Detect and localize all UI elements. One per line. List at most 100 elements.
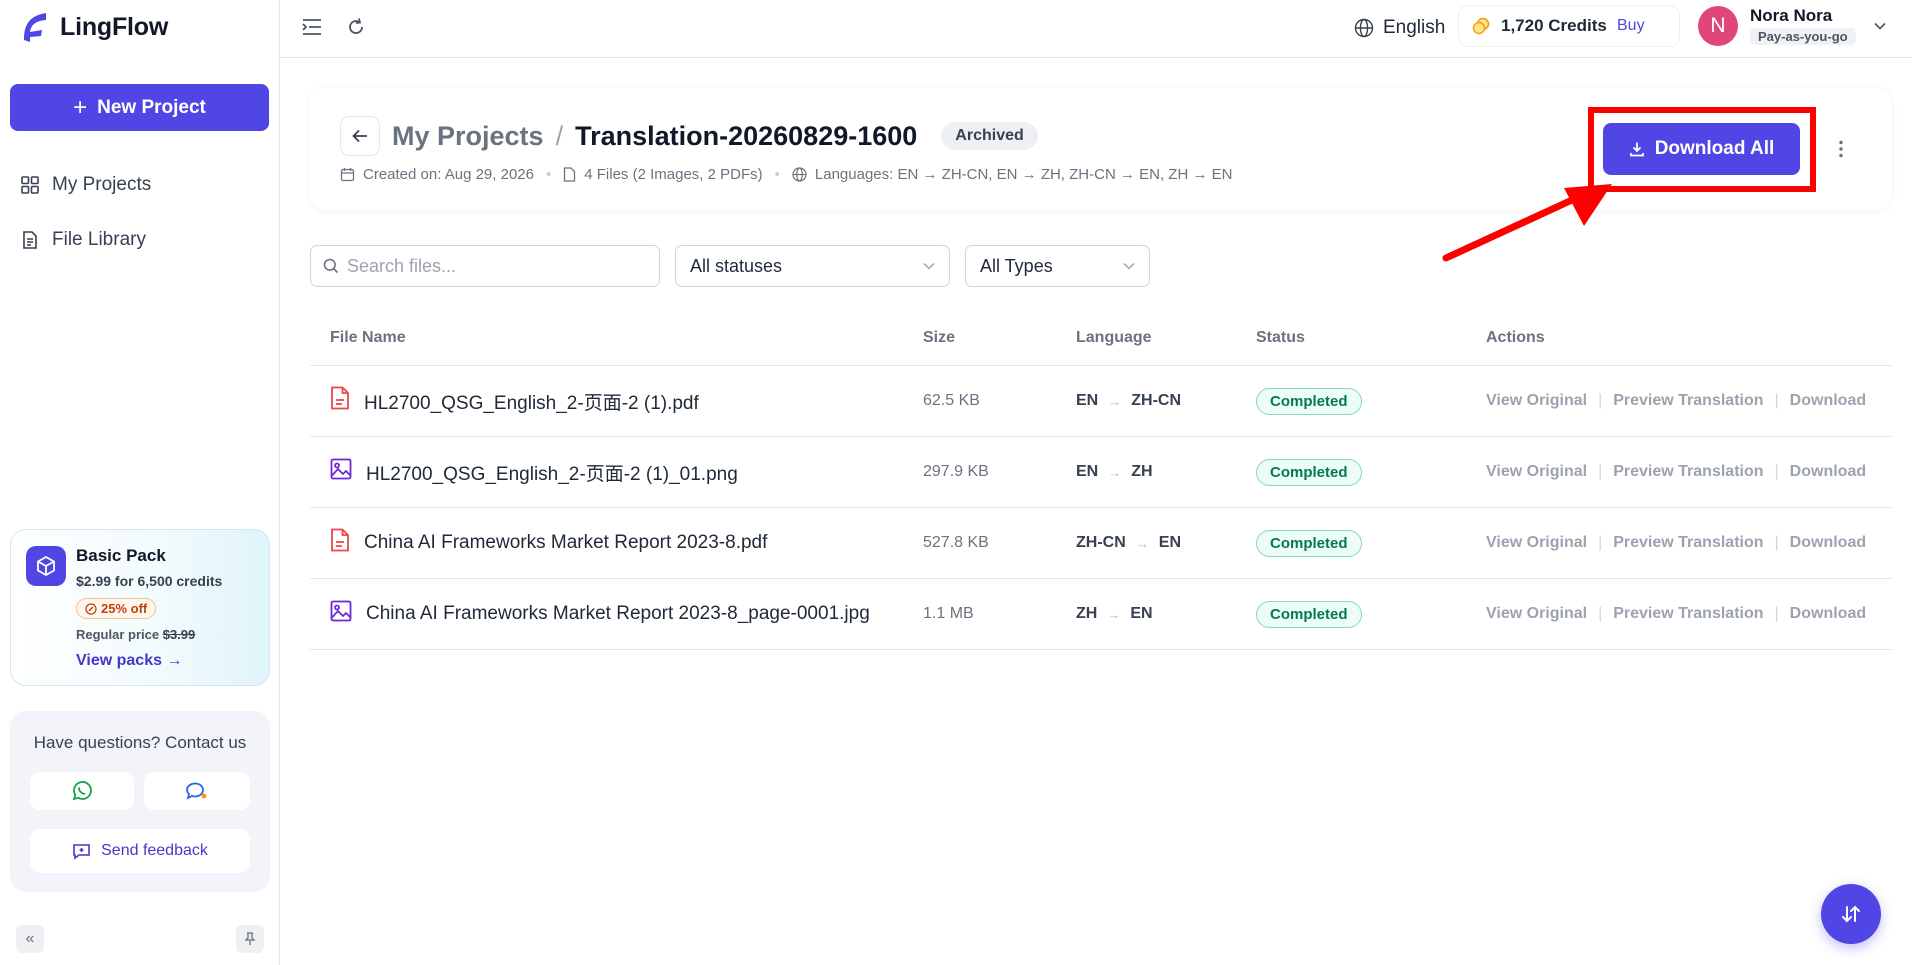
pin-sidebar-button[interactable] bbox=[236, 925, 264, 953]
view-packs-label: View packs bbox=[76, 652, 162, 669]
view-packs-link[interactable]: View packs → bbox=[76, 652, 182, 670]
download-link[interactable]: Download bbox=[1790, 392, 1866, 410]
source-language: ZH bbox=[1076, 605, 1098, 622]
type-filter-value: All Types bbox=[980, 255, 1053, 276]
language-pair: ZH → EN bbox=[1076, 579, 1153, 649]
table-row[interactable]: China AI Frameworks Market Report 2023-8… bbox=[310, 508, 1892, 579]
sidebar-item-my-projects[interactable]: My Projects bbox=[20, 167, 151, 203]
chevron-down-icon bbox=[923, 262, 935, 270]
status-filter-select[interactable]: All statuses bbox=[675, 245, 950, 287]
download-link[interactable]: Download bbox=[1790, 463, 1866, 481]
image-file-icon bbox=[330, 600, 352, 628]
discount-icon bbox=[85, 602, 97, 615]
more-options-button[interactable] bbox=[1830, 136, 1852, 162]
target-language: ZH-CN bbox=[1131, 392, 1181, 409]
sidebar-item-file-library[interactable]: File Library bbox=[20, 222, 146, 258]
user-menu[interactable]: N Nora Nora Pay-as-you-go bbox=[1698, 4, 1886, 48]
file-size: 527.8 KB bbox=[923, 534, 989, 551]
new-project-label: New Project bbox=[97, 96, 206, 118]
action-divider: | bbox=[1598, 605, 1603, 622]
sidebar-item-label: File Library bbox=[52, 229, 146, 250]
language-label: English bbox=[1383, 17, 1446, 38]
view-original-link[interactable]: View Original bbox=[1486, 392, 1587, 410]
send-feedback-button[interactable]: Send feedback bbox=[30, 829, 250, 873]
regular-price: Regular price $3.99 bbox=[76, 627, 195, 642]
brand-name: LingFlow bbox=[60, 12, 169, 41]
column-header-file-name[interactable]: File Name bbox=[330, 310, 406, 366]
preview-translation-link[interactable]: Preview Translation bbox=[1613, 534, 1763, 552]
user-name: Nora Nora bbox=[1750, 6, 1833, 25]
search-input[interactable] bbox=[347, 255, 647, 277]
status-badge: Completed bbox=[1256, 600, 1362, 628]
file-count: 4 Files (2 Images, 2 PDFs) bbox=[584, 166, 763, 183]
download-all-label: Download All bbox=[1654, 138, 1775, 159]
view-original-link[interactable]: View Original bbox=[1486, 463, 1587, 481]
column-header-actions: Actions bbox=[1486, 329, 1545, 346]
brand[interactable]: LingFlow bbox=[20, 10, 168, 44]
view-original-link[interactable]: View Original bbox=[1486, 605, 1587, 623]
row-actions: View Original | Preview Translation | Do… bbox=[1486, 508, 1866, 578]
scroll-toggle-button[interactable] bbox=[1821, 884, 1881, 944]
download-all-button[interactable]: Download All bbox=[1603, 123, 1800, 175]
file-name-cell: HL2700_QSG_English_2-页面-2 (1)_01.png bbox=[330, 437, 738, 507]
column-header-status[interactable]: Status bbox=[1256, 310, 1305, 366]
buy-credits-button[interactable]: Buy bbox=[1617, 17, 1645, 35]
new-project-button[interactable]: + New Project bbox=[10, 84, 269, 131]
file-name[interactable]: HL2700_QSG_English_2-页面-2 (1)_01.png bbox=[366, 459, 738, 486]
type-filter-select[interactable]: All Types bbox=[965, 245, 1150, 287]
refresh-button[interactable] bbox=[344, 15, 368, 39]
document-icon bbox=[23, 231, 37, 249]
discount-label: 25% off bbox=[101, 601, 148, 616]
regular-price-label: Regular price bbox=[76, 627, 160, 642]
action-divider: | bbox=[1598, 392, 1603, 409]
file-name[interactable]: China AI Frameworks Market Report 2023-8… bbox=[366, 603, 870, 625]
page-title: Translation-20260829-1600 bbox=[575, 120, 918, 151]
arrow-right-icon: → bbox=[166, 652, 183, 669]
chat-button[interactable] bbox=[144, 772, 250, 810]
send-feedback-label: Send feedback bbox=[101, 842, 208, 859]
credits-widget: 1,720 Credits Buy bbox=[1458, 5, 1680, 47]
back-button[interactable] bbox=[340, 116, 380, 156]
files-table: File Name Size Language Status Actions H… bbox=[310, 310, 1892, 650]
refresh-icon bbox=[349, 18, 363, 34]
view-original-link[interactable]: View Original bbox=[1486, 534, 1587, 552]
row-actions: View Original | Preview Translation | Do… bbox=[1486, 579, 1866, 649]
search-icon bbox=[323, 258, 339, 274]
menu-toggle-button[interactable] bbox=[300, 15, 324, 39]
table-row[interactable]: HL2700_QSG_English_2-页面-2 (1)_01.png 297… bbox=[310, 437, 1892, 508]
arrow-right-icon: → bbox=[1108, 393, 1122, 409]
row-actions: View Original | Preview Translation | Do… bbox=[1486, 437, 1866, 507]
lingflow-logo-icon bbox=[24, 13, 46, 42]
preview-translation-link[interactable]: Preview Translation bbox=[1613, 605, 1763, 623]
package-icon bbox=[26, 546, 66, 586]
download-link[interactable]: Download bbox=[1790, 605, 1866, 623]
preview-translation-link[interactable]: Preview Translation bbox=[1613, 392, 1763, 410]
credits-balance: 1,720 Credits bbox=[1501, 16, 1607, 35]
search-box[interactable] bbox=[310, 245, 660, 287]
feedback-icon bbox=[73, 843, 90, 860]
language-pair: EN → ZH-CN bbox=[1076, 366, 1181, 436]
column-header-size[interactable]: Size bbox=[923, 310, 955, 366]
collapse-sidebar-button[interactable]: « bbox=[16, 925, 44, 953]
user-plan-badge: Pay-as-you-go bbox=[1750, 28, 1856, 45]
whatsapp-button[interactable] bbox=[30, 772, 134, 810]
column-header-language[interactable]: Language bbox=[1076, 310, 1152, 366]
file-name[interactable]: China AI Frameworks Market Report 2023-8… bbox=[364, 532, 767, 554]
preview-translation-link[interactable]: Preview Translation bbox=[1613, 463, 1763, 481]
language-switcher[interactable]: English bbox=[1354, 13, 1445, 43]
download-link[interactable]: Download bbox=[1790, 534, 1866, 552]
file-name-cell: China AI Frameworks Market Report 2023-8… bbox=[330, 508, 767, 578]
target-language: EN bbox=[1130, 605, 1153, 622]
table-row[interactable]: HL2700_QSG_English_2-页面-2 (1).pdf 62.5 K… bbox=[310, 366, 1892, 437]
arrow-right-icon: → bbox=[1135, 535, 1149, 551]
breadcrumb-my-projects[interactable]: My Projects bbox=[392, 121, 544, 152]
target-language: EN bbox=[1158, 534, 1181, 551]
status-cell: Completed bbox=[1256, 437, 1362, 507]
table-row[interactable]: China AI Frameworks Market Report 2023-8… bbox=[310, 579, 1892, 650]
language-pair: EN → ZH bbox=[1076, 437, 1153, 507]
target-language: ZH bbox=[1131, 463, 1153, 480]
contact-card: Have questions? Contact us Send feedback bbox=[10, 711, 270, 892]
sidebar: LingFlow + New Project My Projects File … bbox=[0, 0, 280, 965]
grid-icon bbox=[21, 176, 39, 194]
file-name[interactable]: HL2700_QSG_English_2-页面-2 (1).pdf bbox=[364, 388, 699, 415]
